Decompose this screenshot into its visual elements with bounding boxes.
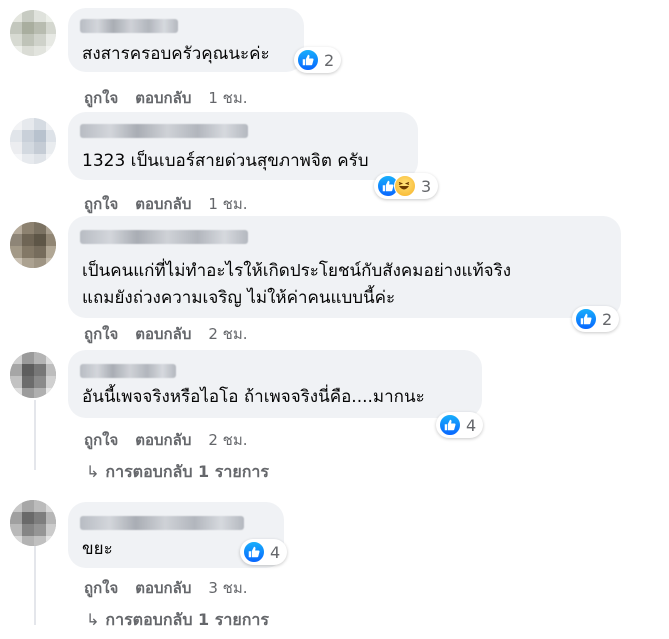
reaction-count: 4 [270,542,281,562]
avatar[interactable] [10,352,56,398]
author-name[interactable] [80,516,244,530]
haha-icon [394,175,416,197]
comment-bubble: อันนี้เพจจริงหรือไอโอ ถ้าเพจจริงนี่คือ..… [68,350,482,418]
comment-actions: ถูกใจ ตอบกลับ 1 ชม. [84,192,265,216]
thread-line [34,545,36,625]
comment-actions: ถูกใจ ตอบกลับ 1 ชม. [84,86,265,110]
reaction-summary[interactable]: 2 [294,47,342,73]
like-icon [243,541,265,563]
comment-actions: ถูกใจ ตอบกลับ 3 ชม. [84,576,265,600]
like-button[interactable]: ถูกใจ [84,192,118,216]
comment-bubble: เป็นคนแก่ที่ไม่ทำอะไรให้เกิดประโยชน์กับส… [68,216,621,318]
avatar[interactable] [10,10,56,56]
reaction-summary[interactable]: 4 [240,539,288,565]
timestamp[interactable]: 1 ชม. [208,86,247,110]
reply-arrow-icon: ↳ [86,462,100,481]
like-icon [575,308,597,330]
avatar[interactable] [10,500,56,546]
timestamp[interactable]: 1 ชม. [208,192,247,216]
reaction-summary[interactable]: 4 [436,412,484,438]
reply-button[interactable]: ตอบกลับ [135,322,191,346]
like-button[interactable]: ถูกใจ [84,86,118,110]
reply-button[interactable]: ตอบกลับ [135,428,191,452]
reply-button[interactable]: ตอบกลับ [135,576,191,600]
comment-text: แถมยังถ่วงความเจริญ ไม่ให้ค่าคนแบบนี้ค่ะ [82,288,396,308]
thread-line [34,400,36,470]
view-replies-link[interactable]: ↳ การตอบกลับ 1 รายการ [86,608,269,633]
reaction-count: 2 [602,309,613,329]
avatar[interactable] [10,118,56,164]
comment-text: สงสารครอบครัวคุณนะค่ะ [82,44,270,64]
reaction-count: 4 [466,415,477,435]
timestamp[interactable]: 3 ชม. [208,576,247,600]
reply-arrow-icon: ↳ [86,610,100,629]
comment-text: อันนี้เพจจริงหรือไอโอ ถ้าเพจจริงนี่คือ..… [82,387,425,407]
comment-bubble: 1323 เป็นเบอร์สายด่วนสุขภาพจิต ครับ [68,112,418,180]
reaction-summary[interactable]: 2 [572,306,620,332]
author-name[interactable] [80,230,248,244]
author-name[interactable] [80,364,176,378]
like-icon [439,414,461,436]
replies-label: การตอบกลับ 1 รายการ [105,462,269,481]
author-name[interactable] [80,124,248,138]
comment-text: ขยะ [82,539,113,559]
like-button[interactable]: ถูกใจ [84,576,118,600]
reaction-summary[interactable]: 3 [374,173,439,199]
view-replies-link[interactable]: ↳ การตอบกลับ 1 รายการ [86,460,269,485]
comment-bubble: สงสารครอบครัวคุณนะค่ะ [68,8,304,72]
author-name[interactable] [80,19,178,33]
reply-button[interactable]: ตอบกลับ [135,192,191,216]
reaction-count: 3 [421,176,432,196]
timestamp[interactable]: 2 ชม. [208,428,247,452]
like-button[interactable]: ถูกใจ [84,428,118,452]
timestamp[interactable]: 2 ชม. [208,322,247,346]
avatar[interactable] [10,222,56,268]
like-icon [297,49,319,71]
reaction-count: 2 [324,50,335,70]
comment-text: 1323 เป็นเบอร์สายด่วนสุขภาพจิต ครับ [82,151,369,171]
replies-label: การตอบกลับ 1 รายการ [105,610,269,629]
like-button[interactable]: ถูกใจ [84,322,118,346]
reply-button[interactable]: ตอบกลับ [135,86,191,110]
comment-actions: ถูกใจ ตอบกลับ 2 ชม. [84,322,265,346]
comment-actions: ถูกใจ ตอบกลับ 2 ชม. [84,428,265,452]
